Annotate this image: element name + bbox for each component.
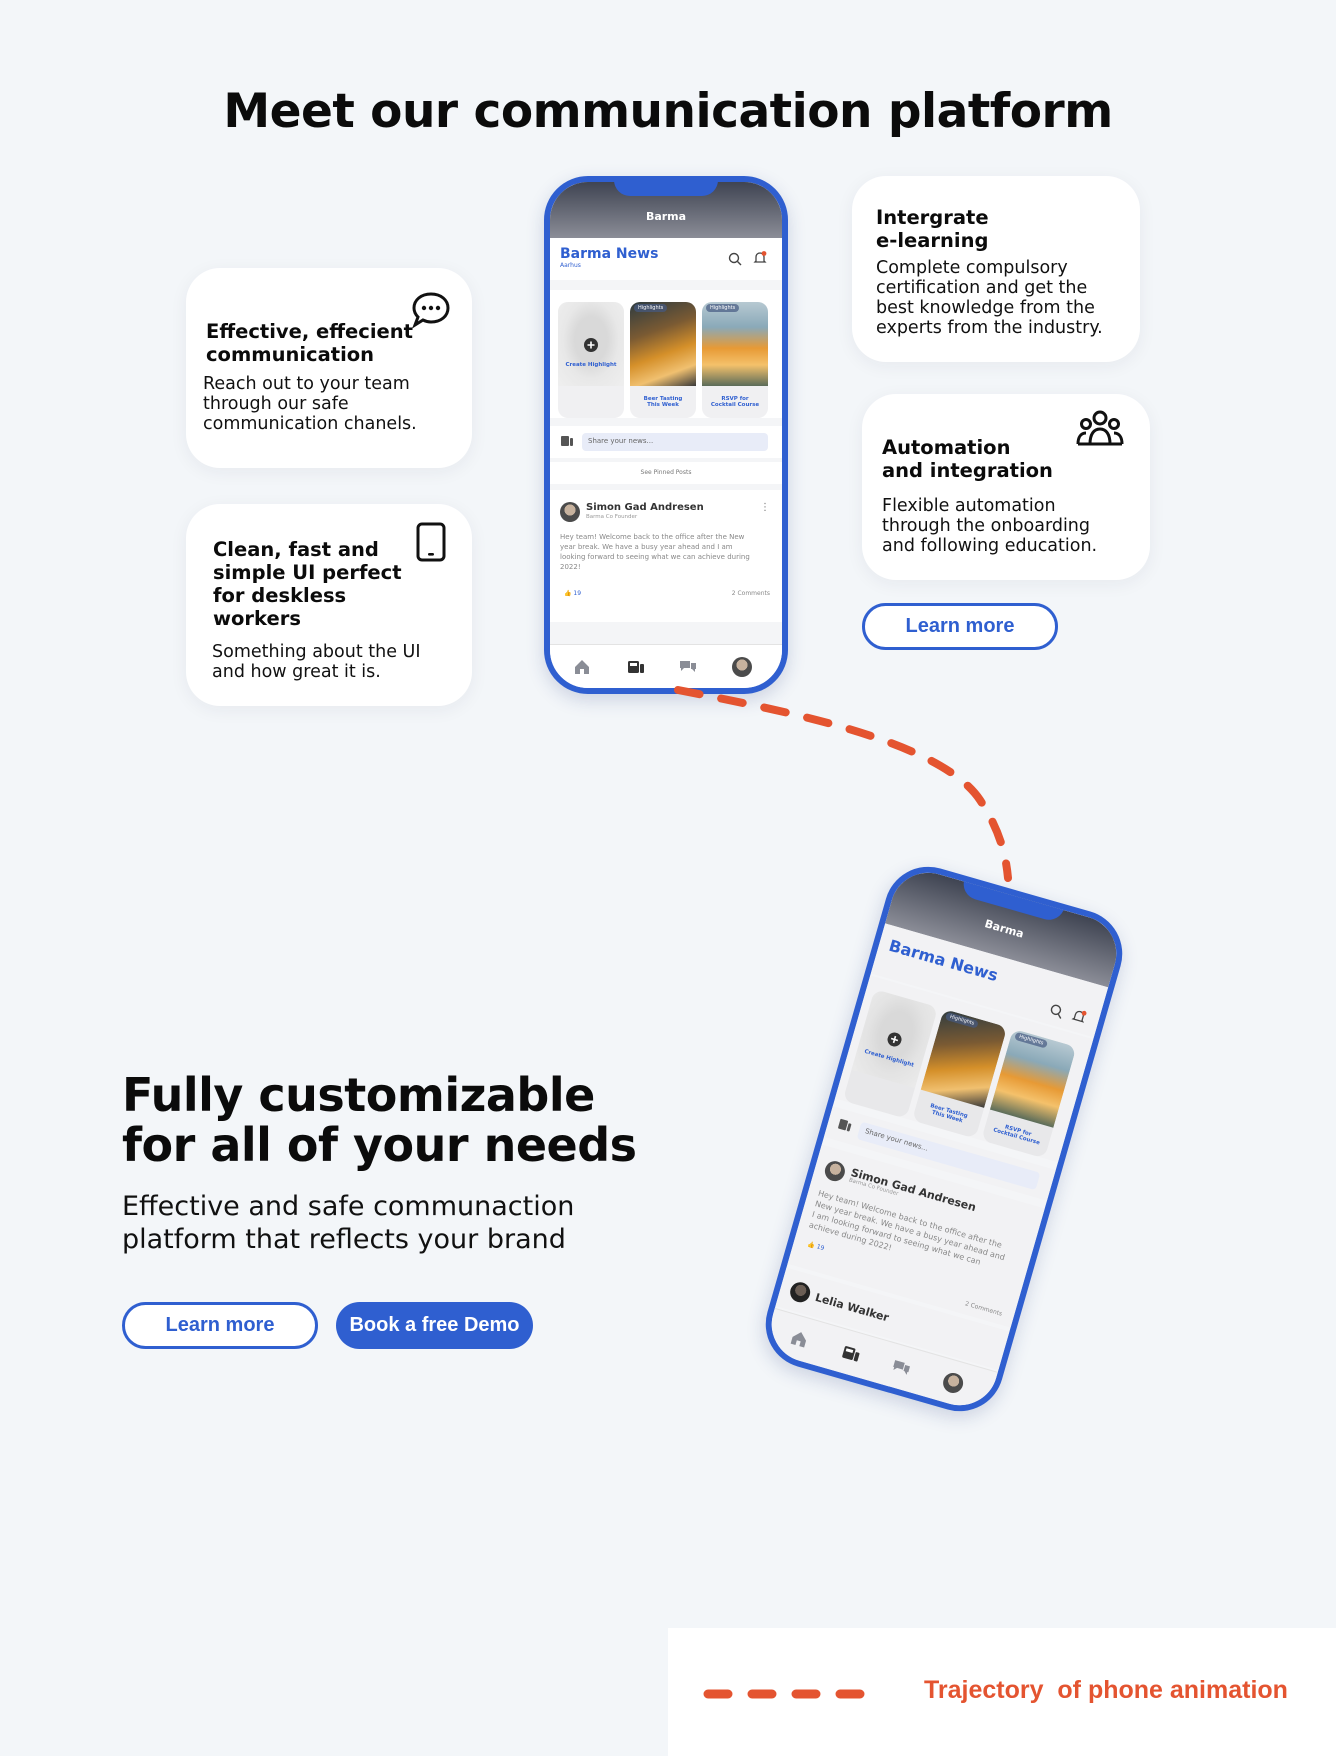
post-text: Hey team! Welcome back to the office aft… xyxy=(807,1188,1006,1267)
section-heading: Fully customizable for all of your needs xyxy=(122,1068,637,1172)
avatar xyxy=(787,1279,813,1305)
news-icon[interactable] xyxy=(839,1341,864,1366)
legend-label: Trajectory of phone animation xyxy=(924,1676,1288,1704)
book-demo-button[interactable]: Book a free Demo xyxy=(336,1302,533,1349)
newspaper-icon xyxy=(838,1118,852,1132)
chat-icon[interactable] xyxy=(889,1356,914,1381)
search-icon[interactable] xyxy=(1048,1002,1065,1019)
legend-dash-sample xyxy=(703,1689,869,1699)
trajectory-path xyxy=(674,686,1026,918)
home-icon[interactable] xyxy=(787,1326,812,1351)
learn-more-button[interactable]: Learn more xyxy=(122,1302,318,1349)
profile-avatar[interactable] xyxy=(940,1370,966,1396)
post-comments[interactable]: 2 Comments xyxy=(964,1300,1003,1317)
bell-icon[interactable] xyxy=(1069,1007,1089,1027)
post-likes: 👍 19 xyxy=(806,1240,826,1253)
next-post-author: Lelia Walker xyxy=(813,1290,891,1325)
section-subheading: Effective and safe communaction platform… xyxy=(122,1191,575,1255)
likes-count: 19 xyxy=(815,1243,826,1253)
avatar xyxy=(822,1158,848,1184)
